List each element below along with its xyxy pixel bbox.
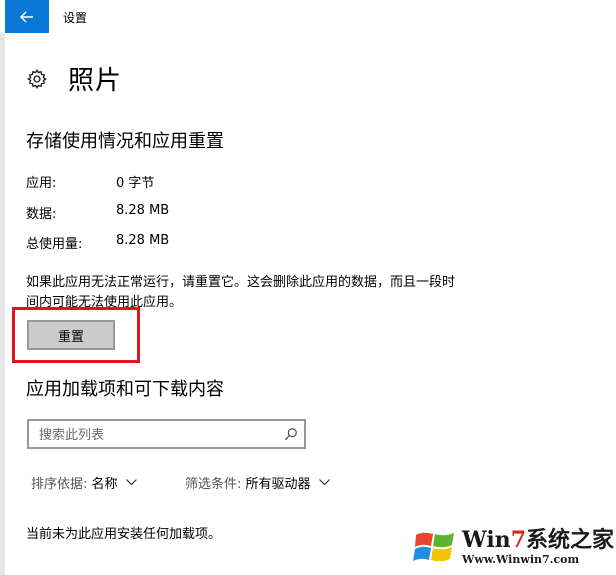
chevron-down-icon xyxy=(318,479,330,486)
row-label: 数据: xyxy=(26,207,57,222)
watermark-brand: Win xyxy=(462,527,511,553)
title-bar: 设置 xyxy=(0,0,616,33)
back-button[interactable] xyxy=(5,0,49,33)
storage-heading: 存储使用情况和应用重置 xyxy=(26,131,224,152)
row-value: 8.28 MB xyxy=(116,233,170,248)
search-icon[interactable] xyxy=(284,427,298,441)
back-arrow-icon xyxy=(20,11,33,22)
storage-row-total: 总使用量: 8.28 MB xyxy=(26,233,169,252)
watermark-brand-suffix: 系统之家 xyxy=(526,527,615,553)
reset-button[interactable]: 重置 xyxy=(27,320,115,350)
row-value: 0 字节 xyxy=(116,176,155,191)
filter-value: 所有驱动器 xyxy=(245,477,311,492)
page-header: 照片 xyxy=(26,60,122,97)
page-title: 照片 xyxy=(68,66,123,96)
watermark-url: Www.Winwin7.com xyxy=(462,553,580,566)
window-title: 设置 xyxy=(63,11,88,25)
sort-value: 名称 xyxy=(91,477,118,492)
sort-dropdown[interactable]: 排序依据: 名称 xyxy=(31,473,137,492)
row-label: 总使用量: xyxy=(26,237,83,252)
windows-logo-icon xyxy=(413,532,454,561)
search-input[interactable] xyxy=(37,421,281,449)
sort-label: 排序依据: xyxy=(31,477,88,492)
watermark-seven: 7 xyxy=(510,527,526,553)
storage-row-app: 应用: 0 字节 xyxy=(26,172,154,191)
filter-dropdown[interactable]: 筛选条件: 所有驱动器 xyxy=(185,473,330,492)
empty-addons-message: 当前未为此应用安装任何加载项。 xyxy=(26,527,222,542)
storage-row-data: 数据: 8.28 MB xyxy=(26,203,169,222)
search-box xyxy=(27,419,306,449)
gear-icon xyxy=(27,68,47,89)
addons-heading: 应用加载项和可下载内容 xyxy=(26,379,224,400)
row-value: 8.28 MB xyxy=(116,203,170,218)
filter-label: 筛选条件: xyxy=(185,477,242,492)
watermark-logo: Win7系统之家 Www.Winwin7.com xyxy=(412,520,616,575)
row-label: 应用: xyxy=(26,176,57,191)
window-left-border xyxy=(0,0,5,575)
chevron-down-icon xyxy=(125,479,137,486)
